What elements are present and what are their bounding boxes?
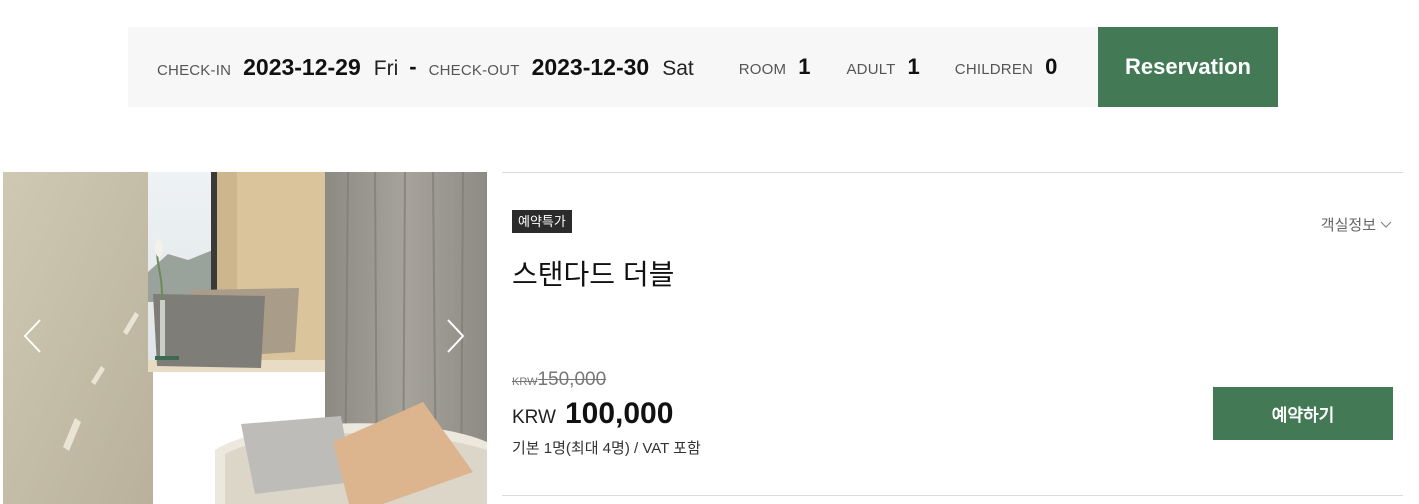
reservation-button[interactable]: Reservation: [1098, 27, 1278, 107]
checkin-day: Fri: [373, 56, 399, 80]
room-count-field[interactable]: ROOM 1: [739, 54, 811, 80]
adult-count[interactable]: 1: [908, 54, 920, 80]
room-photo: [3, 172, 487, 504]
carousel-prev-button[interactable]: [21, 318, 45, 354]
current-price: KRW 100,000: [512, 397, 673, 431]
children-label: CHILDREN: [954, 61, 1034, 78]
adult-count-field[interactable]: ADULT 1: [846, 54, 919, 80]
room-info-label: 객실정보: [1320, 217, 1376, 234]
price-note: 기본 1명(최대 4명) / VAT 포함: [512, 440, 701, 457]
checkin-label: CHECK-IN: [157, 61, 232, 79]
room-info-toggle[interactable]: 객실정보: [1321, 214, 1392, 235]
chevron-left-icon: [23, 319, 41, 353]
price-currency: KRW: [512, 407, 556, 428]
book-button[interactable]: 예약하기: [1213, 387, 1393, 440]
booking-search-bar: CHECK-IN 2023-12-29 Fri - CHECK-OUT 2023…: [128, 27, 1278, 107]
date-separator: -: [409, 54, 417, 79]
room-count[interactable]: 1: [798, 54, 810, 80]
adult-label: ADULT: [846, 61, 896, 78]
original-amount: 150,000: [537, 369, 607, 390]
chevron-down-icon: [1380, 221, 1392, 228]
room-image-carousel[interactable]: [3, 172, 487, 504]
checkout-label: CHECK-OUT: [428, 61, 520, 79]
room-title: 스탠다드 더블: [512, 259, 675, 290]
original-currency: KRW: [512, 376, 538, 388]
room-label: ROOM: [738, 61, 787, 78]
checkin-field[interactable]: CHECK-IN 2023-12-29 Fri: [157, 54, 398, 81]
chevron-right-icon: [447, 319, 465, 353]
checkout-field[interactable]: CHECK-OUT 2023-12-30 Sat: [429, 54, 694, 81]
children-count-field[interactable]: CHILDREN 0: [955, 54, 1058, 80]
checkout-day: Sat: [662, 56, 694, 80]
price-amount: 100,000: [564, 397, 674, 430]
carousel-next-button[interactable]: [443, 318, 467, 354]
original-price: KRW 150,000: [512, 369, 606, 391]
children-count[interactable]: 0: [1045, 54, 1057, 80]
room-info-panel: 예약특가 스탠다드 더블 객실정보 KRW 150,000 KRW 100,00…: [502, 172, 1403, 496]
promo-badge: 예약특가: [512, 210, 572, 233]
checkout-date[interactable]: 2023-12-30: [532, 54, 650, 81]
checkin-date[interactable]: 2023-12-29: [243, 54, 361, 81]
